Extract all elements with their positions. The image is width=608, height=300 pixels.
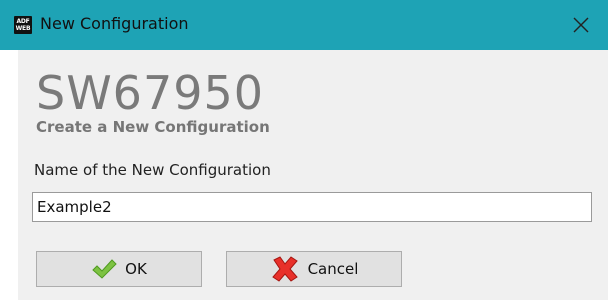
close-button[interactable] — [568, 12, 594, 38]
dialog-body: SW67950 Create a New Configuration Name … — [18, 50, 608, 300]
app-logo-icon: ADF WEB — [14, 16, 32, 34]
app-logo-line-1: ADF — [16, 18, 30, 25]
cross-icon — [271, 256, 298, 282]
name-field-label: Name of the New Configuration — [34, 161, 271, 179]
ok-button[interactable]: OK — [36, 251, 202, 287]
app-logo-line-2: WEB — [15, 25, 31, 32]
ok-button-label: OK — [125, 260, 147, 278]
checkmark-icon — [92, 259, 117, 279]
cancel-button[interactable]: Cancel — [226, 251, 402, 287]
close-icon — [573, 17, 589, 33]
configuration-name-input[interactable] — [32, 192, 592, 222]
cancel-button-label: Cancel — [307, 260, 359, 278]
product-code: SW67950 — [36, 66, 265, 120]
title-bar: ADF WEB New Configuration — [0, 0, 608, 50]
window-title: New Configuration — [40, 14, 189, 33]
page-subtitle: Create a New Configuration — [36, 118, 270, 136]
